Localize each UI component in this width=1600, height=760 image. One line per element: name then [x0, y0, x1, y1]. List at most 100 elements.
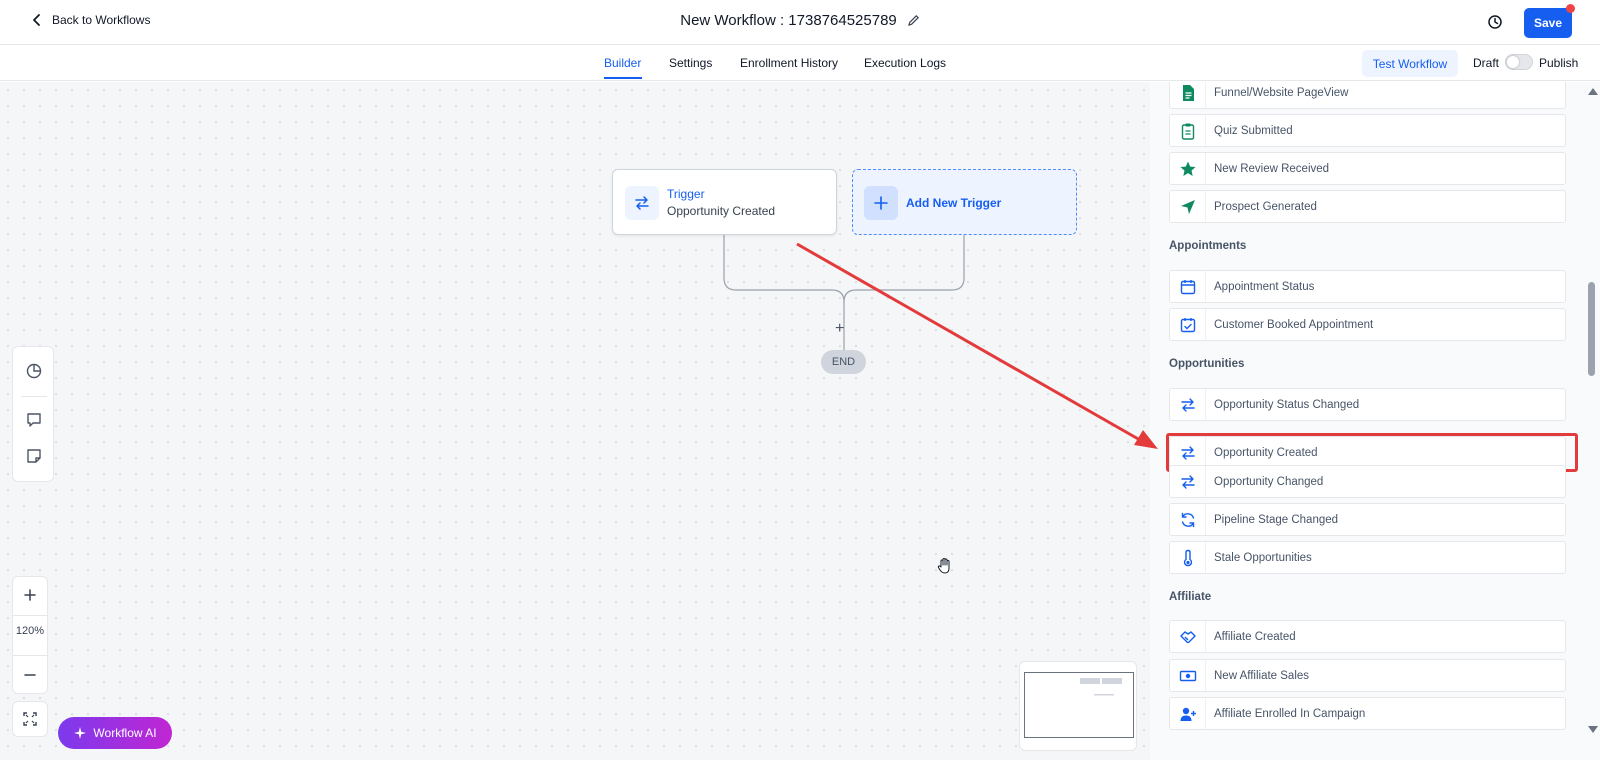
trigger-item-new-affiliate-sales[interactable]: New Affiliate Sales: [1169, 659, 1566, 692]
zoom-controls: 120%: [12, 576, 48, 694]
swap-icon: [1170, 389, 1206, 420]
trigger-item-new-review[interactable]: New Review Received: [1169, 152, 1566, 185]
calendar-icon: [1170, 271, 1206, 302]
end-node: END: [821, 350, 866, 374]
add-new-trigger-node[interactable]: Add New Trigger: [852, 169, 1077, 235]
tab-enrollment-history[interactable]: Enrollment History: [740, 56, 838, 70]
trigger-item-label: Prospect Generated: [1214, 200, 1317, 213]
star-icon: [1170, 153, 1206, 184]
tab-execution-logs[interactable]: Execution Logs: [864, 56, 946, 70]
plus-icon: [24, 589, 36, 601]
section-title-affiliate: Affiliate: [1169, 591, 1212, 603]
tools-divider: [21, 396, 47, 397]
pencil-icon[interactable]: [907, 14, 920, 27]
expand-icon: [23, 712, 37, 726]
toggle-knob: [1507, 56, 1519, 68]
zoom-out-button[interactable]: [13, 657, 47, 693]
zoom-level: 120%: [15, 625, 45, 637]
swap-icon: [1170, 466, 1206, 497]
swap-icon: [1170, 437, 1206, 468]
trigger-item-label: Pipeline Stage Changed: [1214, 513, 1339, 526]
zoom-in-button[interactable]: [13, 577, 47, 613]
trigger-item-label: Funnel/Website PageView: [1214, 86, 1349, 99]
pie-chart-icon[interactable]: [25, 362, 43, 380]
trigger-item-label: Opportunity Created: [1214, 446, 1318, 459]
trigger-subtitle: Opportunity Created: [667, 204, 776, 218]
minimap-nodes: [1080, 678, 1122, 696]
fit-view-button[interactable]: [12, 701, 48, 737]
trigger-item-label: Quiz Submitted: [1214, 124, 1293, 137]
trigger-item-prospect-generated[interactable]: Prospect Generated: [1169, 190, 1566, 223]
section-title-opportunities: Opportunities: [1169, 358, 1245, 370]
calendar-check-icon: [1170, 309, 1206, 340]
panel-scrollbar[interactable]: [1584, 82, 1600, 760]
trigger-item-label: Opportunity Changed: [1214, 475, 1324, 488]
trigger-item-customer-booked[interactable]: Customer Booked Appointment: [1169, 308, 1566, 341]
clipboard-icon: [1170, 115, 1206, 146]
scroll-down-arrow-icon[interactable]: [1588, 726, 1598, 733]
trigger-item-stale-opportunities[interactable]: Stale Opportunities: [1169, 541, 1566, 574]
comment-icon[interactable]: [25, 411, 43, 429]
trigger-item-label: Affiliate Created: [1214, 630, 1296, 643]
trigger-item-affiliate-created[interactable]: Affiliate Created: [1169, 620, 1566, 653]
test-workflow-button[interactable]: Test Workflow: [1362, 50, 1458, 77]
plus-icon: [864, 186, 898, 220]
document-icon: [1170, 82, 1206, 108]
workflow-title-wrap: New Workflow : 1738764525789: [0, 12, 1600, 29]
user-plus-icon: [1170, 698, 1206, 729]
top-bar: Back to Workflows New Workflow : 1738764…: [0, 0, 1600, 45]
hand-cursor-icon: [937, 558, 950, 574]
zoom-divider: [13, 615, 47, 616]
trigger-item-pipeline-stage-changed[interactable]: Pipeline Stage Changed: [1169, 503, 1566, 536]
handshake-icon: [1170, 621, 1206, 652]
trigger-item-label: Customer Booked Appointment: [1214, 318, 1374, 331]
back-label: Back to Workflows: [52, 13, 151, 27]
workflow-canvas[interactable]: Trigger Opportunity Created Add New Trig…: [0, 82, 1150, 760]
draft-label: Draft: [1473, 56, 1500, 70]
sticky-note-icon[interactable]: [25, 447, 43, 465]
trigger-item-opportunity-changed[interactable]: Opportunity Changed: [1169, 465, 1566, 498]
trigger-item-label: Opportunity Status Changed: [1214, 398, 1360, 411]
add-trigger-label: Add New Trigger: [906, 196, 1002, 210]
refresh-icon: [1170, 504, 1206, 535]
sparkle-icon: [74, 727, 87, 739]
history-icon[interactable]: [1487, 14, 1503, 30]
trigger-node[interactable]: Trigger Opportunity Created: [612, 169, 837, 235]
unsaved-indicator: [1566, 4, 1575, 13]
money-icon: [1170, 660, 1206, 691]
chevron-left-icon: [33, 14, 40, 26]
active-tab-indicator: [604, 77, 642, 79]
trigger-item-label: Affiliate Enrolled In Campaign: [1214, 707, 1366, 720]
workflow-ai-button[interactable]: Workflow AI: [58, 717, 172, 749]
trigger-swap-icon: [625, 186, 659, 220]
trigger-item-label: Stale Opportunities: [1214, 551, 1312, 564]
tab-settings[interactable]: Settings: [669, 56, 712, 70]
minus-icon: [24, 674, 36, 676]
thermometer-icon: [1170, 542, 1206, 573]
publish-toggle[interactable]: [1505, 54, 1533, 70]
trigger-item-label: New Affiliate Sales: [1214, 669, 1310, 682]
scroll-up-arrow-icon[interactable]: [1588, 88, 1598, 95]
trigger-item-appointment-status[interactable]: Appointment Status: [1169, 270, 1566, 303]
trigger-title: Trigger: [667, 187, 705, 201]
trigger-item-quiz-submitted[interactable]: Quiz Submitted: [1169, 114, 1566, 147]
workflow-title: New Workflow : 1738764525789: [680, 12, 897, 29]
tab-builder[interactable]: Builder: [604, 56, 641, 70]
section-title-appointments: Appointments: [1169, 240, 1247, 252]
trigger-item-label: Appointment Status: [1214, 280, 1315, 293]
scroll-thumb[interactable]: [1588, 282, 1595, 376]
back-to-workflows-link[interactable]: Back to Workflows: [30, 13, 150, 27]
canvas-tools-panel: [12, 346, 54, 482]
save-button[interactable]: Save: [1524, 8, 1572, 38]
tabs-bar: Builder Settings Enrollment History Exec…: [0, 45, 1600, 81]
trigger-item-funnel-pageview[interactable]: Funnel/Website PageView: [1169, 82, 1566, 109]
publish-label: Publish: [1539, 56, 1579, 70]
trigger-list-panel: Funnel/Website PageView Quiz Submitted N…: [1150, 82, 1600, 760]
navigation-icon: [1170, 191, 1206, 222]
minimap[interactable]: [1019, 661, 1137, 751]
zoom-divider: [13, 655, 47, 656]
trigger-item-label: New Review Received: [1214, 162, 1330, 175]
trigger-item-affiliate-enrolled[interactable]: Affiliate Enrolled In Campaign: [1169, 697, 1566, 730]
trigger-item-opportunity-status-changed[interactable]: Opportunity Status Changed: [1169, 388, 1566, 421]
add-action-plus-icon[interactable]: +: [835, 320, 844, 338]
